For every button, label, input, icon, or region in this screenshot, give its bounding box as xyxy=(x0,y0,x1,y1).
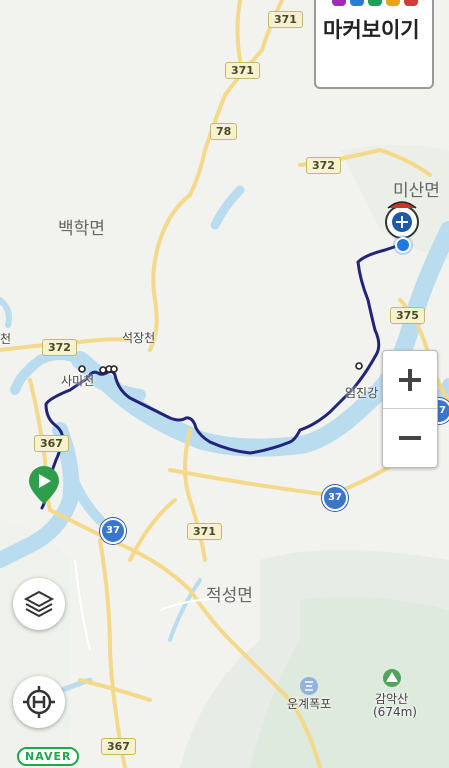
mountain-peak-icon xyxy=(383,669,401,687)
expressway-shield: 37 xyxy=(322,485,348,511)
waterfall-icon xyxy=(300,677,318,695)
layers-button[interactable] xyxy=(13,578,65,630)
stream-label-samicheon: 사미천 xyxy=(61,374,95,388)
route-shield: 375 xyxy=(390,307,425,324)
destination-marker-icon[interactable] xyxy=(385,201,419,239)
poi-label-ungye-waterfall: 운계폭포 xyxy=(287,697,332,711)
place-label-misan: 미산면 xyxy=(393,181,440,201)
route-shield: 372 xyxy=(306,157,341,174)
pin-icon xyxy=(404,0,418,6)
route-shield: 78 xyxy=(210,123,238,140)
route-shield: 371 xyxy=(187,523,222,540)
zoom-out-button[interactable] xyxy=(383,409,437,466)
place-label-baekhak: 백학면 xyxy=(58,219,105,239)
expressway-shield: 37 xyxy=(100,518,126,544)
marker-toggle-button[interactable]: 마커보이기 xyxy=(314,0,434,89)
locate-button[interactable] xyxy=(13,676,65,728)
current-location-icon xyxy=(393,235,413,255)
poi-label-gamaksan-height: (674m) xyxy=(373,705,417,719)
stream-label-cheon: 천 xyxy=(0,332,12,346)
zoom-control xyxy=(382,350,438,468)
helipad-locate-icon xyxy=(23,686,55,718)
pin-icon xyxy=(368,0,382,6)
route-waypoints xyxy=(78,362,363,374)
river-label-imjingang: 임진강 xyxy=(345,386,379,400)
route-shield: 367 xyxy=(34,435,69,452)
route-shield: 372 xyxy=(42,339,77,356)
place-label-jeokseong: 적성면 xyxy=(206,586,253,606)
pin-icon xyxy=(386,0,400,6)
zoom-in-button[interactable] xyxy=(383,351,437,408)
marker-toggle-label: 마커보이기 xyxy=(323,18,420,42)
marker-color-pins xyxy=(332,0,418,6)
route-shield: 371 xyxy=(225,62,260,79)
minus-icon xyxy=(399,435,421,440)
route-shield: 371 xyxy=(268,11,303,28)
pin-icon xyxy=(332,0,346,6)
stream-label-seokjangcheon: 석장천 xyxy=(122,331,156,345)
layers-icon xyxy=(23,590,55,618)
start-marker-icon[interactable] xyxy=(29,466,59,504)
plus-icon xyxy=(399,368,421,391)
naver-logo: NAVER xyxy=(17,747,80,766)
pin-icon xyxy=(350,0,364,6)
route-shield: 367 xyxy=(101,738,136,755)
